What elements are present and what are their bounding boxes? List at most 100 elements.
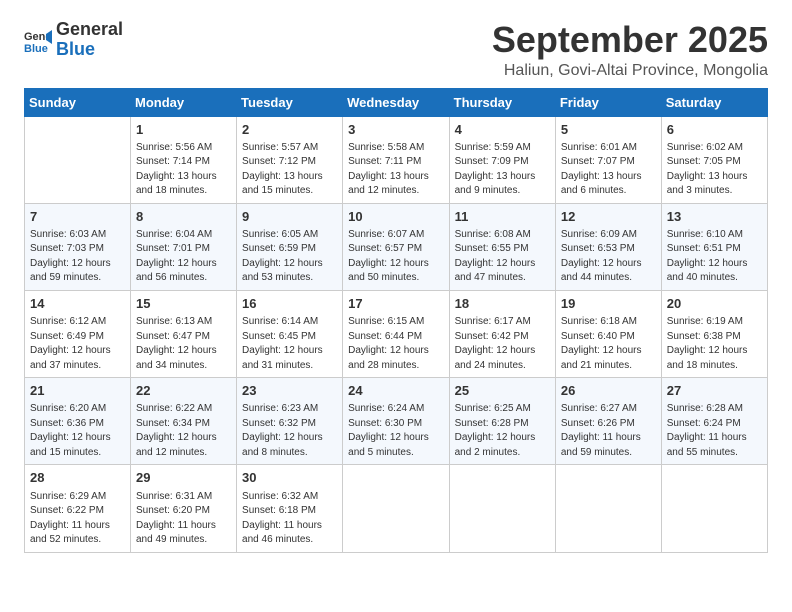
day-info: Sunrise: 6:20 AM Sunset: 6:36 PM Dayligh… [30, 402, 125, 460]
day-number: 14 [30, 295, 125, 313]
day-info: Sunrise: 6:15 AM Sunset: 6:44 PM Dayligh… [348, 315, 443, 373]
calendar-cell: 16Sunrise: 6:14 AM Sunset: 6:45 PM Dayli… [237, 290, 343, 377]
day-number: 30 [242, 469, 337, 487]
day-info: Sunrise: 6:13 AM Sunset: 6:47 PM Dayligh… [136, 315, 231, 373]
calendar-cell: 8 Sunrise: 6:04 AM Sunset: 7:01 PM Daylig… [131, 203, 237, 290]
day-info: Sunrise: 5:56 AM Sunset: 7:14 PM Dayligh… [136, 141, 231, 199]
day-info: Sunrise: 6:24 AM Sunset: 6:30 PM Dayligh… [348, 402, 443, 460]
header: General Blue General Blue September 2025… [24, 20, 768, 80]
day-info: Sunrise: 6:14 AM Sunset: 6:45 PM Dayligh… [242, 315, 337, 373]
day-info: Sunrise: 6:25 AM Sunset: 6:28 PM Dayligh… [455, 402, 550, 460]
header-wednesday: Wednesday [343, 88, 449, 116]
calendar-cell [555, 465, 661, 552]
day-info: Sunrise: 6:03 AM Sunset: 7:03 PM Dayligh… [30, 228, 125, 286]
calendar-cell: 17 Sunrise: 6:15 AM Sunset: 6:44 PM Dayli… [343, 290, 449, 377]
header-sunday: Sunday [25, 88, 131, 116]
calendar-cell: 24 Sunrise: 6:24 AM Sunset: 6:30 PM Dayli… [343, 378, 449, 465]
header-friday: Friday [555, 88, 661, 116]
day-number: 9 [242, 208, 337, 226]
day-number: 8 [136, 208, 231, 226]
day-info: Sunrise: 6:01 AM Sunset: 7:07 PM Dayligh… [561, 141, 656, 199]
day-info: Sunrise: 5:59 AM Sunset: 7:09 PM Dayligh… [455, 141, 550, 199]
day-number: 6 [667, 121, 762, 139]
day-info: Sunrise: 6:27 AM Sunset: 6:26 PM Dayligh… [561, 402, 656, 460]
week-row-1: 1 Sunrise: 5:56 AM Sunset: 7:14 PM Daylig… [25, 116, 768, 203]
day-number: 3 [348, 121, 443, 139]
day-info: Sunrise: 6:23 AM Sunset: 6:32 PM Dayligh… [242, 402, 337, 460]
day-number: 11 [455, 208, 550, 226]
day-info: Sunrise: 6:12 AM Sunset: 6:49 PM Dayligh… [30, 315, 125, 373]
day-info: Sunrise: 6:31 AM Sunset: 6:20 PM Dayligh… [136, 490, 231, 548]
calendar-cell: 7 Sunrise: 6:03 AM Sunset: 7:03 PM Daylig… [25, 203, 131, 290]
calendar-cell [343, 465, 449, 552]
day-number: 29 [136, 469, 231, 487]
location-title: Haliun, Govi-Altai Province, Mongolia [492, 62, 768, 80]
day-info: Sunrise: 6:08 AM Sunset: 6:55 PM Dayligh… [455, 228, 550, 286]
day-number: 28 [30, 469, 125, 487]
month-title: September 2025 [492, 20, 768, 60]
day-number: 26 [561, 382, 656, 400]
days-header-row: SundayMondayTuesdayWednesdayThursdayFrid… [25, 88, 768, 116]
day-number: 19 [561, 295, 656, 313]
logo-general: General [56, 20, 123, 40]
calendar-cell: 3 Sunrise: 5:58 AM Sunset: 7:11 PM Daylig… [343, 116, 449, 203]
day-number: 22 [136, 382, 231, 400]
calendar-cell [449, 465, 555, 552]
day-info: Sunrise: 6:09 AM Sunset: 6:53 PM Dayligh… [561, 228, 656, 286]
week-row-2: 7 Sunrise: 6:03 AM Sunset: 7:03 PM Daylig… [25, 203, 768, 290]
calendar-cell: 19Sunrise: 6:18 AM Sunset: 6:40 PM Dayli… [555, 290, 661, 377]
calendar-cell: 6 Sunrise: 6:02 AM Sunset: 7:05 PM Daylig… [661, 116, 767, 203]
day-number: 1 [136, 121, 231, 139]
day-number: 23 [242, 382, 337, 400]
day-number: 4 [455, 121, 550, 139]
title-area: September 2025 Haliun, Govi-Altai Provin… [492, 20, 768, 80]
calendar-cell [661, 465, 767, 552]
calendar-cell: 14 Sunrise: 6:12 AM Sunset: 6:49 PM Dayli… [25, 290, 131, 377]
header-saturday: Saturday [661, 88, 767, 116]
day-number: 7 [30, 208, 125, 226]
week-row-4: 21 Sunrise: 6:20 AM Sunset: 6:36 PM Dayli… [25, 378, 768, 465]
day-info: Sunrise: 6:32 AM Sunset: 6:18 PM Dayligh… [242, 490, 337, 548]
day-number: 17 [348, 295, 443, 313]
day-info: Sunrise: 6:05 AM Sunset: 6:59 PM Dayligh… [242, 228, 337, 286]
svg-text:Blue: Blue [24, 43, 48, 54]
calendar-cell: 15 Sunrise: 6:13 AM Sunset: 6:47 PM Dayli… [131, 290, 237, 377]
day-info: Sunrise: 6:10 AM Sunset: 6:51 PM Dayligh… [667, 228, 762, 286]
day-number: 2 [242, 121, 337, 139]
header-monday: Monday [131, 88, 237, 116]
day-info: Sunrise: 6:17 AM Sunset: 6:42 PM Dayligh… [455, 315, 550, 373]
header-tuesday: Tuesday [237, 88, 343, 116]
day-number: 15 [136, 295, 231, 313]
header-thursday: Thursday [449, 88, 555, 116]
calendar-cell: 25 Sunrise: 6:25 AM Sunset: 6:28 PM Dayli… [449, 378, 555, 465]
calendar-cell: 21 Sunrise: 6:20 AM Sunset: 6:36 PM Dayli… [25, 378, 131, 465]
calendar-cell: 13 Sunrise: 6:10 AM Sunset: 6:51 PM Dayli… [661, 203, 767, 290]
calendar-cell: 18 Sunrise: 6:17 AM Sunset: 6:42 PM Dayli… [449, 290, 555, 377]
day-info: Sunrise: 6:02 AM Sunset: 7:05 PM Dayligh… [667, 141, 762, 199]
logo-icon: General Blue [24, 26, 52, 54]
day-number: 18 [455, 295, 550, 313]
day-info: Sunrise: 6:22 AM Sunset: 6:34 PM Dayligh… [136, 402, 231, 460]
day-number: 13 [667, 208, 762, 226]
week-row-3: 14 Sunrise: 6:12 AM Sunset: 6:49 PM Dayli… [25, 290, 768, 377]
day-number: 5 [561, 121, 656, 139]
calendar-cell: 5 Sunrise: 6:01 AM Sunset: 7:07 PM Daylig… [555, 116, 661, 203]
calendar-cell: 30 Sunrise: 6:32 AM Sunset: 6:18 PM Dayli… [237, 465, 343, 552]
day-info: Sunrise: 6:19 AM Sunset: 6:38 PM Dayligh… [667, 315, 762, 373]
day-number: 20 [667, 295, 762, 313]
day-info: Sunrise: 5:58 AM Sunset: 7:11 PM Dayligh… [348, 141, 443, 199]
calendar-cell: 9 Sunrise: 6:05 AM Sunset: 6:59 PM Daylig… [237, 203, 343, 290]
day-number: 21 [30, 382, 125, 400]
day-number: 27 [667, 382, 762, 400]
day-info: Sunrise: 5:57 AM Sunset: 7:12 PM Dayligh… [242, 141, 337, 199]
calendar-cell: 4 Sunrise: 5:59 AM Sunset: 7:09 PM Daylig… [449, 116, 555, 203]
calendar-cell: 10Sunrise: 6:07 AM Sunset: 6:57 PM Dayli… [343, 203, 449, 290]
day-number: 25 [455, 382, 550, 400]
day-info: Sunrise: 6:04 AM Sunset: 7:01 PM Dayligh… [136, 228, 231, 286]
calendar-cell: 2 Sunrise: 5:57 AM Sunset: 7:12 PM Daylig… [237, 116, 343, 203]
calendar-cell: 1 Sunrise: 5:56 AM Sunset: 7:14 PM Daylig… [131, 116, 237, 203]
day-number: 24 [348, 382, 443, 400]
calendar-cell: 12Sunrise: 6:09 AM Sunset: 6:53 PM Dayli… [555, 203, 661, 290]
calendar-table: SundayMondayTuesdayWednesdayThursdayFrid… [24, 88, 768, 553]
calendar-cell: 29 Sunrise: 6:31 AM Sunset: 6:20 PM Dayli… [131, 465, 237, 552]
